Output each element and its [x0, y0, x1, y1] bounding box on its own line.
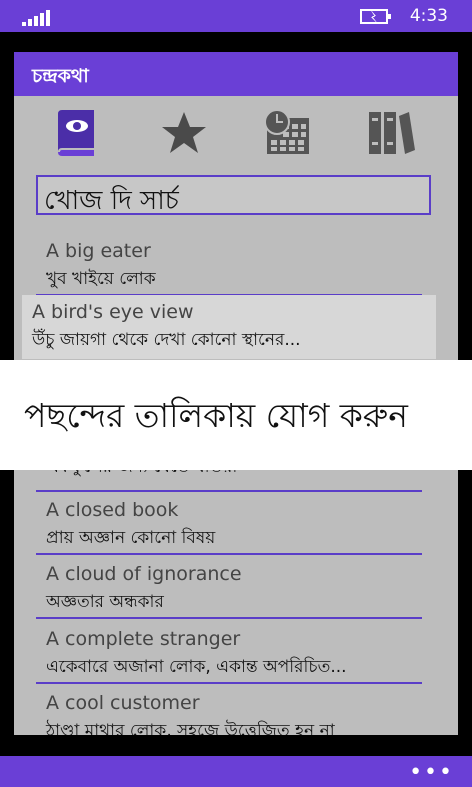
calendar-clock-icon[interactable]: [257, 106, 317, 160]
star-icon[interactable]: [154, 106, 214, 160]
phrase-english: A complete stranger: [46, 628, 241, 650]
book-icon[interactable]: [46, 106, 106, 160]
clock: 4:33: [409, 6, 448, 26]
app-title: চন্দ্রকথা: [32, 65, 89, 87]
add-to-favorites-menu-item[interactable]: পছন্দের তালিকায় যোগ করুন: [24, 390, 408, 446]
phrase-bengali: উঁচু জায়গা থেকে দেখা কোনো স্থানের...: [32, 330, 301, 350]
search-value: খোজ দি সার্চ: [44, 186, 179, 216]
list-item[interactable]: A cool customer ঠাণ্ডা মাথার লোক, সহজে উ…: [36, 686, 422, 735]
phrase-bengali: ঠাণ্ডা মাথার লোক, সহজে উত্তেজিত হন না: [46, 721, 335, 735]
list-item[interactable]: A closed book প্রায় অজ্ঞান কোনো বিষয়: [36, 493, 422, 555]
search-input[interactable]: খোজ দি সার্চ: [36, 175, 431, 216]
library-icon[interactable]: [361, 106, 421, 160]
list-item[interactable]: A cloud of ignorance অজ্ঞতার অন্ধকার: [36, 557, 422, 619]
signal-strength-icon: [22, 8, 52, 26]
phrase-english: A bird's eye view: [32, 301, 194, 323]
list-item[interactable]: A complete stranger একেবারে অজানা লোক, এ…: [36, 622, 422, 684]
phrase-english: A closed book: [46, 499, 179, 521]
context-menu: পছন্দের তালিকায় যোগ করুন: [0, 360, 472, 470]
phrase-english: A big eater: [46, 240, 151, 262]
list-item[interactable]: A big eater খুব খাইয়ে লোক: [36, 234, 422, 296]
phrase-english: A cloud of ignorance: [46, 563, 242, 585]
phrase-bengali: খুব খাইয়ে লোক: [46, 269, 156, 289]
phrase-english: A cool customer: [46, 692, 200, 714]
battery-charging-icon: [360, 7, 394, 25]
list-item-selected[interactable]: A bird's eye view উঁচু জায়গা থেকে দেখা …: [22, 295, 436, 359]
status-bar: 4:33: [0, 0, 472, 32]
title-bar: চন্দ্রকথা: [14, 52, 458, 96]
phrase-bengali: প্রায় অজ্ঞান কোনো বিষয়: [46, 528, 216, 548]
more-options-button[interactable]: •••: [409, 760, 454, 785]
phrase-bengali: একেবারে অজানা লোক, একান্ত অপরিচিত...: [46, 657, 347, 677]
app-bar: •••: [0, 756, 472, 787]
phrase-bengali: অজ্ঞতার অন্ধকার: [46, 592, 164, 612]
